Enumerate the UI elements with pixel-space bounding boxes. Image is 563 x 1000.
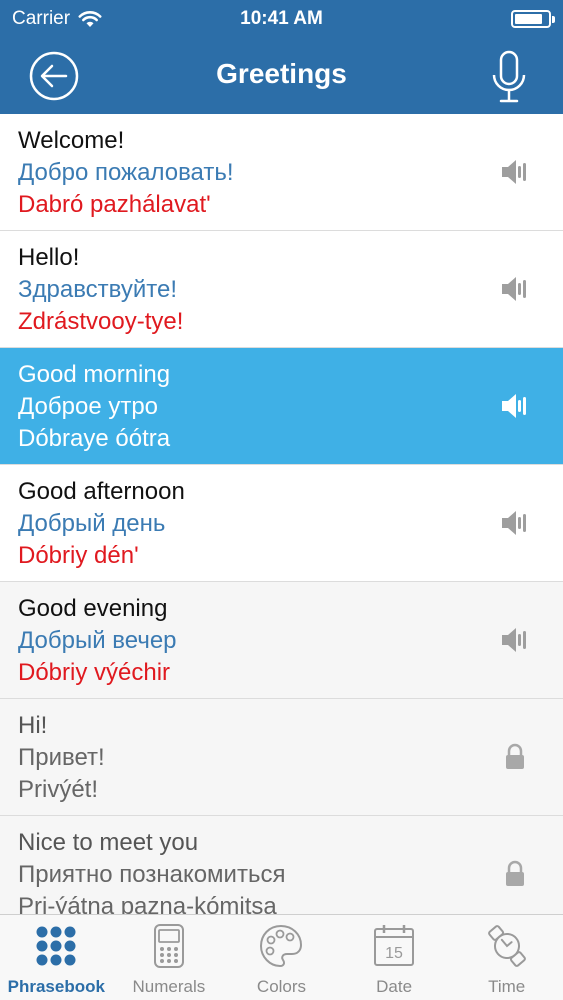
grid-dots-icon xyxy=(36,926,76,966)
tab-label: Numerals xyxy=(132,977,206,996)
phrase-english: Good afternoon xyxy=(18,478,185,505)
phrase-row-hi[interactable]: Hi! Привет! Privýét! xyxy=(0,699,563,816)
phrase-row-good-morning[interactable]: Good morning Доброе утро Dóbraye óótra xyxy=(0,348,563,465)
phrase-russian: Здравствуйте! xyxy=(18,276,178,303)
status-bar: Carrier 10:41 AM xyxy=(0,0,563,40)
phrase-row-good-evening[interactable]: Good evening Добрый вечер Dóbriy výéchir xyxy=(0,582,563,699)
lock-icon[interactable] xyxy=(499,742,531,772)
phrase-transliteration: Zdrástvooy-tye! xyxy=(18,308,184,335)
phrase-list[interactable]: Welcome! Добро пожаловать! Dabró pazhála… xyxy=(0,114,563,914)
tab-label: Time xyxy=(488,977,526,996)
tab-date[interactable]: 15 Date xyxy=(338,915,451,1000)
palette-icon xyxy=(260,924,303,968)
tab-colors[interactable]: Colors xyxy=(225,915,338,1000)
speaker-icon[interactable] xyxy=(499,625,531,655)
phrase-russian: Приятно познакомиться xyxy=(18,861,286,888)
watch-icon xyxy=(487,925,526,967)
phrase-english: Good morning xyxy=(18,361,171,388)
phrase-english: Nice to meet you xyxy=(18,829,199,856)
phrase-russian: Добрый вечер xyxy=(18,627,177,654)
phrase-row-nice-to-meet-you[interactable]: Nice to meet you Приятно познакомиться P… xyxy=(0,816,563,914)
speaker-icon[interactable] xyxy=(499,391,531,421)
phrase-russian: Добро пожаловать! xyxy=(18,159,234,186)
phrase-row-welcome[interactable]: Welcome! Добро пожаловать! Dabró pazhála… xyxy=(0,114,563,231)
phrase-transliteration: Dóbriy dén' xyxy=(18,542,139,569)
page-title: Greetings xyxy=(216,58,347,89)
calendar-day-number: 15 xyxy=(385,945,403,962)
phrase-english: Good evening xyxy=(18,595,168,622)
phrase-row-good-afternoon[interactable]: Good afternoon Добрый день Dóbriy dén' xyxy=(0,465,563,582)
lock-icon[interactable] xyxy=(499,859,531,889)
battery-icon xyxy=(511,10,555,28)
phrase-transliteration: Dóbriy výéchir xyxy=(18,659,171,686)
tab-phrasebook[interactable]: Phrasebook xyxy=(0,915,113,1000)
speaker-icon[interactable] xyxy=(499,157,531,187)
tab-label: Date xyxy=(376,977,413,996)
phrase-english: Welcome! xyxy=(18,127,125,154)
phrase-english: Hi! xyxy=(18,712,48,739)
phrase-transliteration: Dabró pazhálavat' xyxy=(18,191,211,218)
clock: 10:41 AM xyxy=(240,8,323,29)
tab-numerals[interactable]: Numerals xyxy=(113,915,226,1000)
tab-bar: Phrasebook Numerals Colors 15 Date Time xyxy=(0,914,563,1000)
phrase-russian: Доброе утро xyxy=(18,393,159,420)
speaker-icon[interactable] xyxy=(499,274,531,304)
battery-level xyxy=(515,14,543,24)
microphone-icon[interactable] xyxy=(489,50,529,104)
tab-label: Colors xyxy=(256,977,307,996)
phrase-row-hello[interactable]: Hello! Здравствуйте! Zdrástvooy-tye! xyxy=(0,231,563,348)
phrase-transliteration: Dóbraye óótra xyxy=(18,425,171,452)
tab-time[interactable]: Time xyxy=(450,915,563,1000)
phrase-transliteration: Privýét! xyxy=(18,776,99,803)
calculator-icon xyxy=(153,924,184,968)
speaker-icon[interactable] xyxy=(499,508,531,538)
phrase-english: Hello! xyxy=(18,244,80,271)
phrase-russian: Привет! xyxy=(18,744,105,771)
tab-label: Phrasebook xyxy=(7,977,105,996)
phrase-transliteration: Pri-ýátna pazna-kómitsa xyxy=(18,893,277,914)
navigation-bar: Greetings xyxy=(0,40,563,114)
phrase-russian: Добрый день xyxy=(18,510,166,537)
calendar-icon: 15 xyxy=(374,925,415,966)
